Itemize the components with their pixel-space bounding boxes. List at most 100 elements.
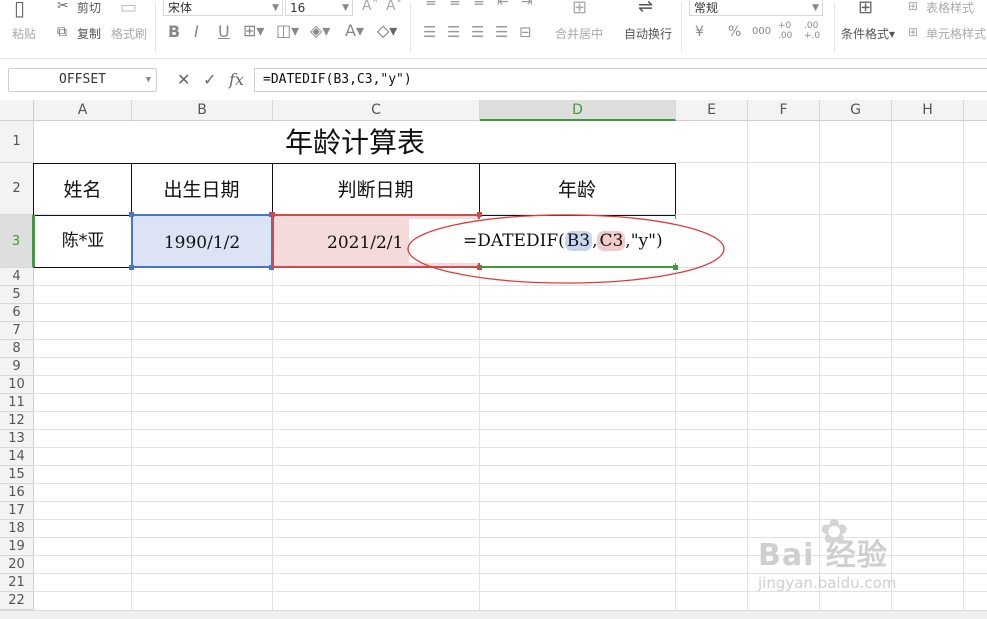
wrap-text-button[interactable]: 自动换行 [624,25,672,42]
row-header-20[interactable]: 20 [0,556,34,574]
thousands-button[interactable]: 000 [752,24,771,40]
insert-function-icon[interactable]: fx [229,70,244,89]
column-header-c[interactable]: C [273,100,480,121]
row-header-3[interactable]: 3 [0,215,34,268]
merge-center-button[interactable]: 合并居中 [555,25,603,42]
row-header-15[interactable]: 15 [0,466,34,484]
gridline [963,121,964,618]
row-header-2[interactable]: 2 [0,163,34,215]
row-header-16[interactable]: 16 [0,484,34,502]
column-header-a[interactable]: A [34,100,132,121]
cell-shading-icon[interactable]: ◫▾ [276,23,299,39]
bold-button[interactable]: B [168,24,180,40]
copy-button[interactable]: 复制 [77,25,101,42]
range-handle[interactable] [270,212,275,217]
indent-decrease-icon[interactable]: ⇤ [497,0,509,10]
paste-icon[interactable]: ▯ [14,0,25,18]
header-age[interactable]: 年龄 [479,163,676,216]
align-bottom-icon[interactable]: ≡ [473,0,485,10]
row-header-13[interactable]: 13 [0,430,34,448]
font-size-value: 16 [290,1,306,15]
row-header-11[interactable]: 11 [0,394,34,412]
row-header-5[interactable]: 5 [0,286,34,304]
row-header-19[interactable]: 19 [0,538,34,556]
align-right-icon[interactable]: ☰ [471,24,484,40]
row-header-6[interactable]: 6 [0,304,34,322]
range-handle[interactable] [129,265,134,270]
cell-b3-birth[interactable]: 1990/1/2 [131,214,273,268]
increase-font-icon[interactable]: A˄ [362,0,379,14]
clear-format-icon[interactable]: ◇▾ [377,23,397,39]
number-format-select[interactable]: 常规 ▼ [689,0,823,16]
ribbon-divider [155,2,156,52]
indent-increase-icon[interactable]: ⇥ [521,0,533,10]
decrease-font-icon[interactable]: A˅ [386,0,403,14]
name-box-value: OFFSET [59,72,106,87]
row-header-8[interactable]: 8 [0,340,34,358]
row-header-1[interactable]: 1 [0,121,34,163]
select-all-corner[interactable] [0,100,34,121]
row-header-7[interactable]: 7 [0,322,34,340]
cell-a3-name[interactable]: 陈*亚 [33,215,132,268]
align-middle-icon[interactable]: ≡ [449,0,461,10]
column-header-e[interactable]: E [676,100,748,121]
format-painter-button[interactable]: 格式刷 [111,25,147,42]
underline-button[interactable]: U [218,24,230,40]
row-header-17[interactable]: 17 [0,502,34,520]
range-handle[interactable] [129,212,134,217]
decrease-decimal-button[interactable]: .00 +.0 [804,21,826,41]
wrap-text-icon[interactable]: ⇌ [638,0,653,16]
row-header-4[interactable]: 4 [0,268,34,286]
row-header-9[interactable]: 9 [0,358,34,376]
italic-button[interactable]: I [194,24,199,40]
header-name[interactable]: 姓名 [33,163,132,216]
column-header-b[interactable]: B [132,100,273,121]
row-header-18[interactable]: 18 [0,520,34,538]
confirm-formula-icon[interactable]: ✓ [203,70,216,89]
column-header-h[interactable]: H [892,100,964,121]
border-icon[interactable]: ⊞▾ [243,23,264,39]
percent-button[interactable]: % [728,24,741,40]
copy-icon[interactable]: ⧉ [57,24,67,40]
gridline [34,447,987,448]
format-painter-icon[interactable]: ▭ [120,0,137,17]
header-birth-date[interactable]: 出生日期 [131,163,273,216]
column-header-d[interactable]: D [480,100,676,121]
column-header-g[interactable]: G [820,100,892,121]
table-style-button[interactable]: 表格样式 [926,0,974,16]
column-header-f[interactable]: F [748,100,820,121]
ribbon-toolbar: ▯ 粘贴 ✂ 剪切 ⧉ 复制 ▭ 格式刷 宋体 ▼ 16 ▼ A˄ A˅ B I U… [0,0,987,59]
justify-icon[interactable]: ☰ [495,24,508,40]
fill-color-icon[interactable]: ◈▾ [310,23,330,39]
formula-input[interactable]: =DATEDIF(B3,C3,"y") [254,68,987,92]
table-title[interactable]: 年龄计算表 [34,121,676,163]
row-header-12[interactable]: 12 [0,412,34,430]
conditional-format-icon[interactable]: ⊞ [858,0,873,17]
name-box[interactable]: OFFSET ▼ [8,68,157,92]
column-header-i[interactable] [964,100,987,121]
row-header-22[interactable]: 22 [0,592,34,610]
cell-style-icon[interactable]: ⊞ [908,24,918,40]
table-style-icon[interactable]: ⊞ [908,0,918,14]
cut-icon[interactable]: ✂ [57,0,69,14]
merge-center-icon[interactable]: ⊞ [572,0,587,17]
font-family-select[interactable]: 宋体 ▼ [163,0,283,16]
align-center-icon[interactable]: ☰ [447,24,460,40]
increase-decimal-button[interactable]: +0 .00 [778,21,798,41]
cut-button[interactable]: 剪切 [77,0,101,16]
currency-button[interactable]: ¥ [695,24,704,40]
paste-button[interactable]: 粘贴 [12,25,36,42]
gridline [34,465,987,466]
align-left-icon[interactable]: ☰ [423,24,436,40]
row-header-10[interactable]: 10 [0,376,34,394]
font-color-icon[interactable]: A▾ [345,23,364,39]
distributed-icon[interactable]: ⊟ [519,24,532,40]
conditional-format-button[interactable]: 条件格式▾ [841,25,895,42]
font-size-select[interactable]: 16 ▼ [285,0,353,16]
cancel-formula-icon[interactable]: ✕ [177,70,190,89]
row-header-14[interactable]: 14 [0,448,34,466]
cell-style-button[interactable]: 单元格样式 [926,25,986,42]
header-judge-date[interactable]: 判断日期 [272,163,480,216]
align-top-icon[interactable]: ≡ [425,0,437,10]
row-header-21[interactable]: 21 [0,574,34,592]
